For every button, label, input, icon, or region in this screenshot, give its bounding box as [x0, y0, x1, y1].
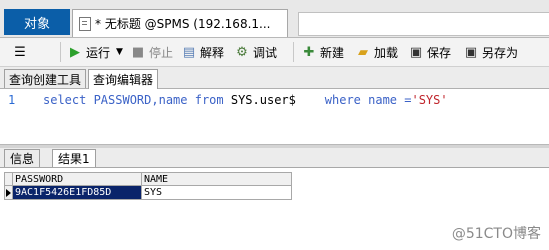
watermark: @51CTO博客	[451, 226, 541, 242]
tab-info[interactable]: 信息	[4, 149, 41, 167]
cell-password[interactable]: 9AC1F5426E1FD85D	[13, 186, 142, 200]
menu-button[interactable]: ☰	[12, 41, 31, 63]
stop-label: 停止	[149, 45, 174, 60]
run-label: 运行	[86, 45, 111, 60]
load-icon: ▰	[358, 44, 368, 60]
save-as-label: 另存为	[482, 45, 519, 60]
explain-icon: ▤	[182, 44, 196, 60]
stop-icon: ■	[131, 44, 145, 60]
sql-token: where	[324, 93, 361, 107]
run-dropdown-icon[interactable]: ▼	[116, 47, 123, 57]
play-icon: ▶	[70, 44, 80, 60]
document-tab[interactable]: * 无标题 @SPMS (192.168.1...	[72, 9, 288, 37]
line-number: 1	[8, 93, 16, 107]
sql-token: SYS.user$	[223, 93, 325, 107]
stop-button[interactable]: ■ 停止	[130, 41, 173, 63]
tab-query-builder[interactable]: 查询创建工具	[4, 69, 87, 88]
save-label: 保存	[427, 45, 452, 60]
load-label: 加载	[374, 45, 399, 60]
debug-icon: ⚙	[236, 44, 248, 60]
debug-button[interactable]: ⚙ 调试	[234, 41, 277, 63]
grid-header-row: PASSWORD NAME	[4, 172, 292, 186]
column-header-password[interactable]: PASSWORD	[13, 172, 142, 186]
sql-token: from	[194, 93, 224, 107]
row-header-corner	[4, 172, 13, 186]
new-button[interactable]: ✚ 新建	[301, 41, 344, 63]
toolbar-separator	[60, 42, 61, 62]
cell-name[interactable]: SYS	[142, 186, 292, 200]
run-button[interactable]: ▶ 运行 ▼	[67, 41, 123, 63]
new-icon: ✚	[303, 44, 315, 60]
save-icon: ▣	[409, 44, 423, 60]
sql-token: 'SYS'	[411, 93, 448, 107]
sql-token: name =	[360, 93, 412, 107]
tab-query-editor[interactable]: 查询编辑器	[88, 69, 159, 89]
document-tab-title: * 无标题 @SPMS (192.168.1...	[95, 17, 271, 31]
save-as-button[interactable]: ▣ 另存为	[463, 41, 518, 63]
tab-result-1[interactable]: 结果1	[52, 149, 96, 167]
object-tab[interactable]: 对象	[4, 9, 70, 35]
tab-strip-blank	[298, 12, 549, 36]
new-label: 新建	[320, 45, 345, 60]
save-button[interactable]: ▣ 保存	[408, 41, 451, 63]
explain-label: 解释	[200, 45, 225, 60]
column-header-name[interactable]: NAME	[142, 172, 292, 186]
toolbar-separator	[293, 42, 294, 62]
save-as-icon: ▣	[464, 44, 478, 60]
sql-token: select PASSWORD,name	[43, 93, 195, 107]
query-document-icon	[79, 16, 91, 31]
table-row[interactable]: 9AC1F5426E1FD85D SYS	[4, 186, 292, 200]
load-button[interactable]: ▰ 加载	[355, 41, 398, 63]
debug-label: 调试	[253, 45, 278, 60]
sql-code-line[interactable]: select PASSWORD,name from SYS.user$ wher…	[43, 93, 448, 107]
row-pointer-icon	[6, 189, 11, 197]
explain-button[interactable]: ▤ 解释	[181, 41, 224, 63]
menu-icon: ☰	[14, 44, 26, 60]
row-indicator[interactable]	[4, 186, 13, 200]
